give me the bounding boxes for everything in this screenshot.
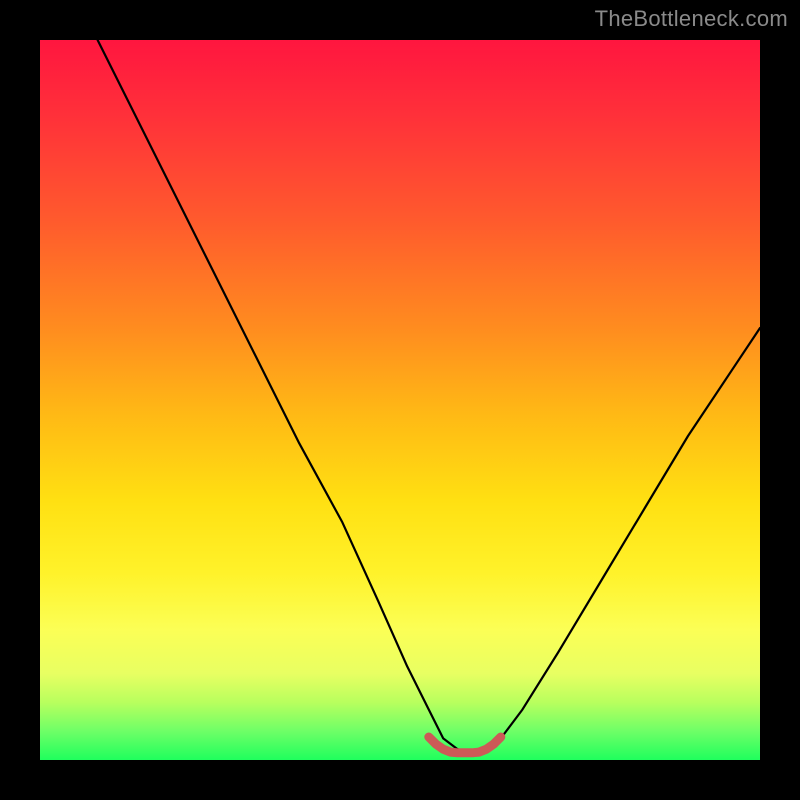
curve-svg [40,40,760,760]
chart-frame: TheBottleneck.com [0,0,800,800]
watermark-text: TheBottleneck.com [595,6,788,32]
bottleneck-curve [98,40,760,753]
optimal-band-highlight [429,737,501,753]
plot-area [40,40,760,760]
